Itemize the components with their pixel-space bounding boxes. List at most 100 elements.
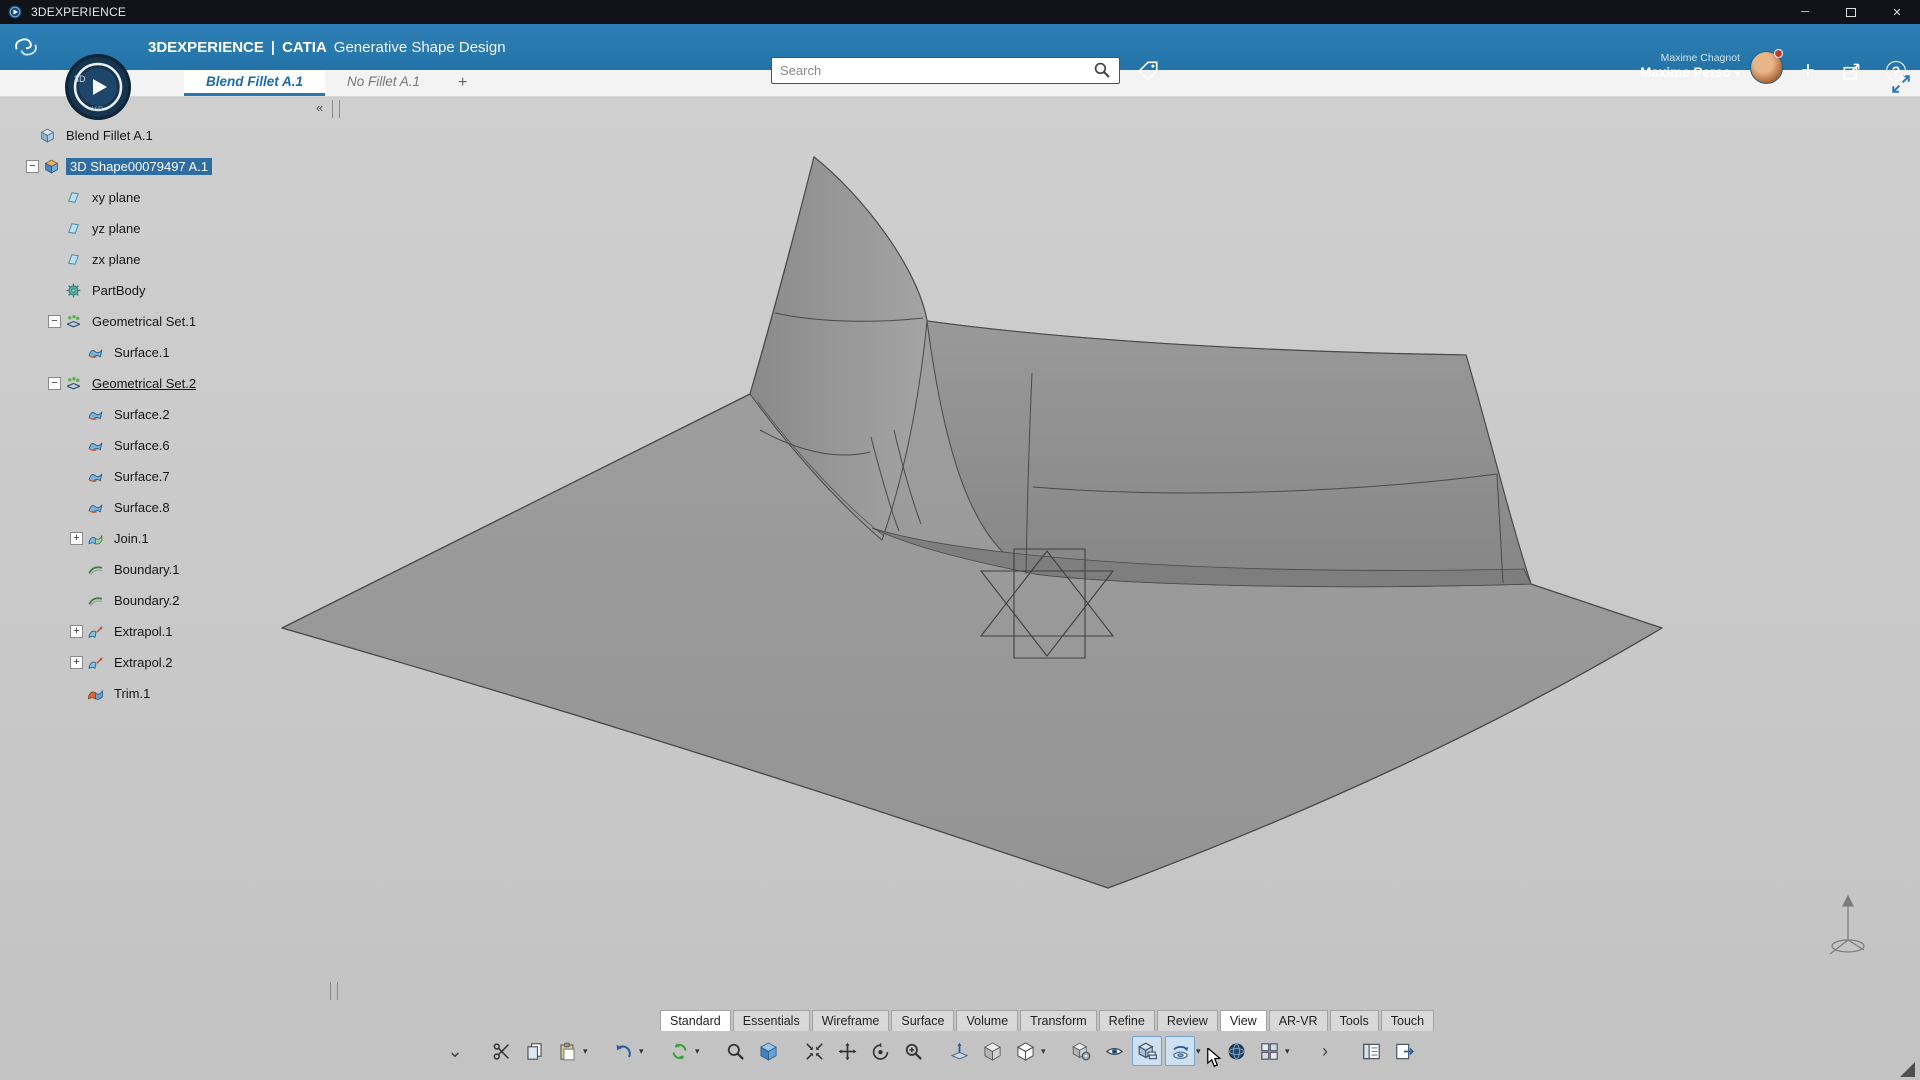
tree-item-label[interactable]: Geometrical Set.2 (88, 375, 200, 392)
add-content-button[interactable]: + (1794, 57, 1822, 85)
tree-item-label[interactable]: yz plane (88, 220, 144, 237)
cut-icon[interactable] (486, 1036, 516, 1066)
share-icon[interactable] (1838, 57, 1866, 85)
panel-splitter-handle[interactable] (332, 100, 340, 118)
tree-item[interactable]: zx plane (6, 244, 336, 275)
toolbar-tab-touch[interactable]: Touch (1381, 1010, 1434, 1031)
copy-window-icon[interactable] (1389, 1036, 1419, 1066)
collapse-node-icon[interactable]: − (26, 160, 39, 173)
tree-item[interactable]: Boundary.2 (6, 585, 336, 616)
view-mode-icon[interactable] (977, 1036, 1007, 1066)
iso-view-icon[interactable] (753, 1036, 783, 1066)
toolbar-tab-wireframe[interactable]: Wireframe (812, 1010, 890, 1031)
help-icon[interactable]: ? (1882, 57, 1910, 85)
tree-item-label[interactable]: PartBody (88, 282, 149, 299)
tree-panel-icon[interactable] (1356, 1036, 1386, 1066)
tree-item-label[interactable]: zx plane (88, 251, 144, 268)
tree-item-label[interactable]: Extrapol.2 (110, 654, 177, 671)
tree-item-label[interactable]: Blend Fillet A.1 (62, 127, 157, 144)
3dexperience-compass-icon[interactable]: 3D V.R (64, 53, 132, 121)
tree-item-label[interactable]: 3D Shape00079497 A.1 (66, 158, 212, 175)
tree-item-label[interactable]: Geometrical Set.1 (88, 313, 200, 330)
tree-item[interactable]: Blend Fillet A.1 (6, 120, 336, 151)
ambience-icon[interactable] (1221, 1036, 1251, 1066)
paste-dropdown-icon[interactable]: ▾ (583, 1046, 592, 1057)
toolbar-tab-ar-vr[interactable]: AR-VR (1269, 1010, 1328, 1031)
tree-item[interactable]: Boundary.1 (6, 554, 336, 585)
tree-item-label[interactable]: xy plane (88, 189, 144, 206)
expand-node-icon[interactable]: + (70, 532, 83, 545)
tree-item-label[interactable]: Surface.8 (110, 499, 174, 516)
normal-view-icon[interactable] (944, 1036, 974, 1066)
tree-item[interactable]: − 3D Shape00079497 A.1 (6, 151, 336, 182)
toolbar-tab-refine[interactable]: Refine (1099, 1010, 1155, 1031)
search-icon[interactable] (1093, 61, 1113, 81)
tree-item-label[interactable]: Trim.1 (110, 685, 154, 702)
multi-view-icon[interactable] (1254, 1036, 1284, 1066)
zoom-search-icon[interactable] (720, 1036, 750, 1066)
search-input[interactable] (772, 63, 1093, 78)
tree-item[interactable]: + Join.1 (6, 523, 336, 554)
user-profile[interactable]: Maxime Perso▾ (1640, 65, 1740, 82)
toolbar-tab-surface[interactable]: Surface (891, 1010, 954, 1031)
collapse-node-icon[interactable]: − (48, 315, 61, 328)
tree-item-label[interactable]: Surface.1 (110, 344, 174, 361)
toolbar-tab-volume[interactable]: Volume (956, 1010, 1018, 1031)
expand-node-icon[interactable]: + (70, 625, 83, 638)
user-block[interactable]: Maxime Chagnot Maxime Perso▾ (1640, 52, 1740, 82)
tree-item[interactable]: − Geometrical Set.2 (6, 368, 336, 399)
toolbar-tab-tools[interactable]: Tools (1330, 1010, 1379, 1031)
copy-icon[interactable] (519, 1036, 549, 1066)
tree-item[interactable]: xy plane (6, 182, 336, 213)
maximize-button[interactable] (1828, 0, 1874, 24)
update-icon[interactable] (664, 1036, 694, 1066)
rotate-icon[interactable] (865, 1036, 895, 1066)
tree-item[interactable]: Trim.1 (6, 678, 336, 709)
tree-item-label[interactable]: Join.1 (110, 530, 153, 547)
collapse-node-icon[interactable]: − (48, 377, 61, 390)
undo-icon[interactable] (608, 1036, 638, 1066)
tree-item[interactable]: +Extrapol.2 (6, 647, 336, 678)
paste-icon[interactable] (552, 1036, 582, 1066)
pan-icon[interactable] (832, 1036, 862, 1066)
visible-space-icon[interactable] (1132, 1036, 1162, 1066)
tree-item[interactable]: − Geometrical Set.1 (6, 306, 336, 337)
collapse-toolbar-icon[interactable]: ⌄ (440, 1036, 470, 1066)
resize-grip[interactable] (1900, 1062, 1915, 1077)
tree-item[interactable]: Surface.2 (6, 399, 336, 430)
more-tools-icon[interactable]: › (1310, 1036, 1340, 1066)
undo-dropdown-icon[interactable]: ▾ (639, 1046, 648, 1057)
tree-item[interactable]: yz plane (6, 213, 336, 244)
zoom-in-icon[interactable] (898, 1036, 928, 1066)
view-settings-icon[interactable] (1066, 1036, 1096, 1066)
toolbar-tab-review[interactable]: Review (1157, 1010, 1218, 1031)
tree-item-label[interactable]: Surface.7 (110, 468, 174, 485)
document-tab[interactable]: No Fillet A.1 (325, 70, 442, 96)
update-dropdown-icon[interactable]: ▾ (695, 1046, 704, 1057)
minimize-button[interactable]: ─ (1782, 0, 1828, 24)
hide-show-icon[interactable] (1099, 1036, 1129, 1066)
render-style-dropdown-icon[interactable]: ▾ (1041, 1046, 1050, 1057)
fit-all-icon[interactable] (799, 1036, 829, 1066)
new-tab-button[interactable]: + (442, 70, 483, 96)
tree-item[interactable]: Surface.8 (6, 492, 336, 523)
toolbar-tab-transform[interactable]: Transform (1020, 1010, 1097, 1031)
multi-view-dropdown-icon[interactable]: ▾ (1285, 1046, 1294, 1057)
tree-item[interactable]: + Extrapol.1 (6, 616, 336, 647)
tree-item-label[interactable]: Surface.6 (110, 437, 174, 454)
turntable-icon[interactable] (1165, 1036, 1195, 1066)
panel-splitter-handle[interactable] (330, 982, 338, 1000)
tree-item[interactable]: Surface.1 (6, 337, 336, 368)
turntable-dropdown-icon[interactable]: ▾ (1196, 1046, 1205, 1057)
collapse-tree-icon[interactable]: « (316, 100, 323, 115)
search-box[interactable] (771, 57, 1120, 84)
tree-item-label[interactable]: Boundary.1 (110, 561, 184, 578)
tree-item-label[interactable]: Surface.2 (110, 406, 174, 423)
tree-item-label[interactable]: Extrapol.1 (110, 623, 177, 640)
toolbar-tab-view[interactable]: View (1220, 1010, 1267, 1031)
toolbar-tab-standard[interactable]: Standard (660, 1010, 731, 1031)
close-button[interactable]: ✕ (1874, 0, 1920, 24)
tree-item[interactable]: Surface.7 (6, 461, 336, 492)
toolbar-tab-essentials[interactable]: Essentials (733, 1010, 810, 1031)
render-style-icon[interactable] (1010, 1036, 1040, 1066)
